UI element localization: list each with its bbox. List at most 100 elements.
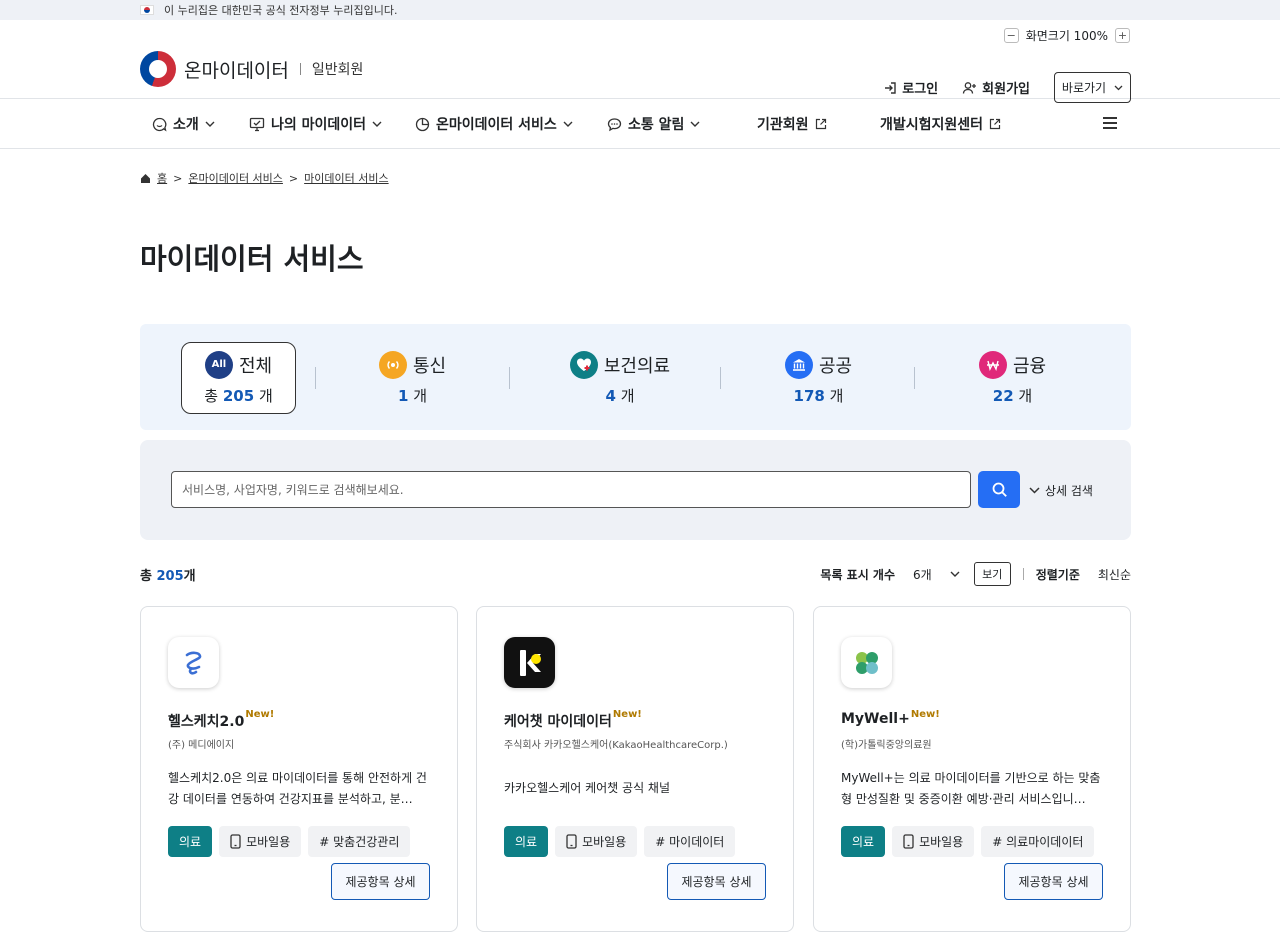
view-button[interactable]: 보기: [973, 562, 1011, 586]
sort-select[interactable]: 최신순: [1098, 566, 1131, 583]
category-tab-finance[interactable]: 금융 22 개: [955, 342, 1070, 414]
card-description: MyWell+는 의료 마이데이터를 기반으로 하는 맞춤형 만성질환 및 중증…: [841, 771, 1101, 806]
category-name: 공공: [818, 355, 853, 377]
search-panel: 상세 검색: [140, 440, 1131, 540]
taeguk-logo-icon: [140, 51, 176, 87]
chevron-down-icon: [205, 121, 215, 127]
category-count-unit: 개: [829, 386, 844, 405]
card-company: (학)가톨릭중앙의료원: [841, 740, 932, 751]
breadcrumb-separator: >: [173, 171, 183, 185]
advanced-search-toggle[interactable]: 상세 검색: [1029, 482, 1093, 499]
page-size-label: 목록 표시 개수: [820, 567, 896, 582]
nav-item-notice[interactable]: 소통 알림: [607, 99, 700, 149]
service-card[interactable]: 케어챗 마이데이터 New! 주식회사 카카오헬스케어(KakaoHealthc…: [476, 606, 794, 932]
won-icon: [978, 350, 1007, 379]
category-count: 1: [397, 386, 409, 405]
chat-smile-icon: [152, 117, 167, 131]
institution-icon: [784, 350, 813, 379]
all-icon: All: [204, 350, 233, 379]
signup-label: 회원가입: [982, 82, 1030, 97]
chevron-down-icon: [1029, 487, 1040, 494]
category-count: 205: [222, 386, 255, 405]
list-controls: 목록 표시 개수 6개 보기 정렬기준 최신순: [820, 562, 1131, 586]
detail-button[interactable]: 제공항목 상세: [667, 863, 766, 900]
category-tab-all[interactable]: All 전체 총 205 개: [181, 342, 296, 414]
nav-label: 소개: [173, 117, 199, 133]
tag-mobile-label: 모바일용: [582, 835, 627, 849]
category-count-unit: 개: [620, 386, 635, 405]
card-description: 카카오헬스케어 케어챗 공식 채널: [504, 781, 671, 795]
category-divider: [509, 367, 510, 389]
mywell-app-icon: [841, 637, 892, 688]
tag-category: 의료: [168, 826, 213, 857]
card-title: MyWell+ New!: [841, 709, 940, 727]
total-unit: 개: [183, 569, 196, 584]
gov-banner-text: 이 누리집은 대한민국 공식 전자정부 누리집입니다.: [164, 4, 398, 17]
service-card[interactable]: MyWell+ New! (학)가톨릭중앙의료원 MyWell+는 의료 마이데…: [813, 606, 1131, 932]
signal-icon: [378, 350, 407, 379]
category-tab-public[interactable]: 공공 178 개: [761, 342, 876, 414]
category-name: 전체: [238, 355, 273, 377]
total-prefix: 총: [140, 569, 152, 584]
card-tags: 의료 모바일용 # 맞춤건강관리: [168, 826, 411, 857]
nav-item-my-mydata[interactable]: 나의 마이데이터: [249, 99, 382, 149]
page-size-select[interactable]: 6개: [913, 566, 960, 583]
breadcrumb-level2[interactable]: 마이데이터 서비스: [304, 170, 388, 186]
zoom-in-button[interactable]: +: [1115, 28, 1130, 43]
zoom-out-button[interactable]: −: [1003, 28, 1019, 43]
site-logo[interactable]: 온마이데이터 일반회원: [140, 51, 363, 87]
tag-category: 의료: [504, 826, 549, 857]
breadcrumb-home[interactable]: 홈: [157, 170, 167, 186]
nav-label: 소통 알림: [628, 117, 685, 133]
chevron-down-icon: [690, 121, 700, 127]
chevron-down-icon: [563, 121, 573, 127]
category-divider: [914, 367, 915, 389]
card-title-text: 헬스케치2.0: [168, 714, 245, 730]
quick-link-label: 바로가기: [1061, 81, 1107, 95]
category-name: 통신: [412, 355, 447, 377]
nav-label: 온마이데이터 서비스: [436, 117, 557, 133]
tag-mobile: 모바일용: [892, 826, 975, 857]
external-link-icon: [989, 118, 1001, 130]
category-count-prefix: 총: [204, 386, 219, 405]
new-badge: New!: [245, 709, 275, 720]
logo-name: 온마이데이터: [184, 59, 289, 82]
detail-button[interactable]: 제공항목 상세: [1004, 863, 1103, 900]
login-icon: [885, 81, 896, 94]
search-input[interactable]: [171, 471, 971, 508]
search-button[interactable]: [978, 471, 1020, 508]
external-link-icon: [815, 118, 826, 130]
total-number: 205: [156, 569, 184, 584]
total-count: 총 205개: [140, 565, 196, 584]
sort-label: 정렬기준: [1035, 567, 1080, 582]
category-count-unit: 개: [258, 386, 273, 405]
nav-item-institution[interactable]: 기관회원: [757, 99, 827, 149]
tag-mobile: 모바일용: [555, 826, 638, 857]
search-icon: [992, 482, 1007, 497]
category-count-unit: 개: [413, 386, 428, 405]
category-count: 4: [605, 386, 616, 405]
chat-bubble-icon: [607, 117, 622, 131]
healthsketch-app-icon: [168, 637, 219, 688]
nav-item-dev-center[interactable]: 개발시험지원센터: [880, 99, 1001, 149]
category-count-unit: 개: [1018, 386, 1033, 405]
detail-button[interactable]: 제공항목 상세: [331, 863, 430, 900]
card-title: 케어챗 마이데이터 New!: [504, 709, 642, 731]
nav-item-services[interactable]: 온마이데이터 서비스: [415, 99, 573, 149]
chevron-down-icon: [372, 121, 382, 127]
page-title: 마이데이터 서비스: [140, 242, 364, 276]
signup-button[interactable]: 회원가입: [962, 78, 1030, 97]
tag-mobile-label: 모바일용: [919, 835, 964, 849]
category-tab-telecom[interactable]: 통신 1 개: [355, 342, 470, 414]
service-card[interactable]: 헬스케치2.0 New! (주) 메디에이지 헬스케치2.0은 의료 마이데이터…: [140, 606, 458, 932]
tag-category: 의료: [841, 826, 886, 857]
nav-item-intro[interactable]: 소개: [152, 99, 215, 149]
card-company: (주) 메디에이지: [168, 740, 235, 751]
tag-keyword: # 마이데이터: [644, 826, 736, 857]
category-tab-health[interactable]: 보건의료 4 개: [550, 342, 690, 414]
menu-icon[interactable]: [1103, 117, 1117, 132]
login-button[interactable]: 로그인: [883, 78, 938, 97]
mobile-icon: [566, 834, 577, 849]
heart-health-icon: [569, 350, 598, 379]
breadcrumb-level1[interactable]: 온마이데이터 서비스: [188, 170, 283, 186]
